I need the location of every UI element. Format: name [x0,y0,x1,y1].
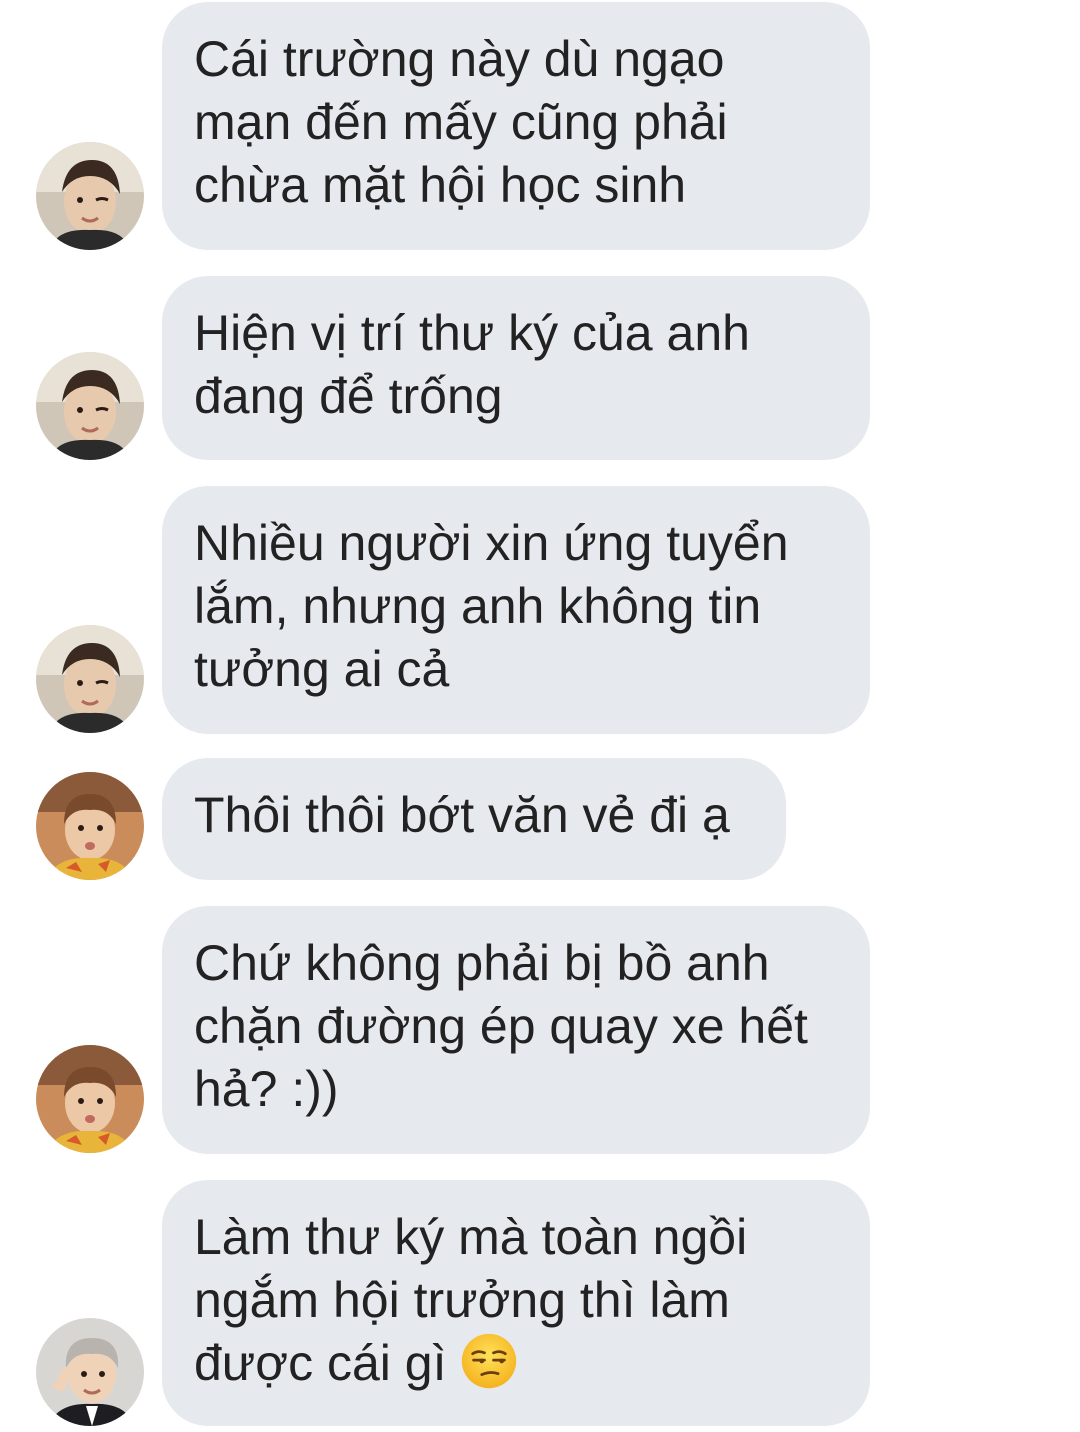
avatar-person-b-image [36,1045,144,1153]
message-bubble[interactable]: Làm thư ký mà toàn ngồi ngắm hội trưởng … [162,1180,870,1426]
avatar[interactable] [36,142,144,250]
avatar[interactable] [36,352,144,460]
unamused-face-emoji-icon [462,1333,517,1389]
message-bubble[interactable]: Hiện vị trí thư ký của anh đang để trống [162,276,870,460]
message-bubble[interactable]: Cái trường này dù ngạo mạn đến mấy cũng … [162,2,870,250]
avatar[interactable] [36,625,144,733]
avatar[interactable] [36,1318,144,1426]
avatar-person-a-image [36,142,144,250]
avatar-person-a-image [36,352,144,460]
avatar[interactable] [36,1045,144,1153]
message-bubble[interactable]: Nhiều người xin ứng tuyển lắm, nhưng anh… [162,486,870,734]
avatar[interactable] [36,772,144,880]
message-bubble[interactable]: Chứ không phải bị bồ anh chặn đường ép q… [162,906,870,1154]
avatar-person-c-image [36,1318,144,1426]
avatar-person-b-image [36,772,144,880]
avatar-person-a-image [36,625,144,733]
message-bubble[interactable]: Thôi thôi bớt văn vẻ đi ạ [162,758,786,880]
